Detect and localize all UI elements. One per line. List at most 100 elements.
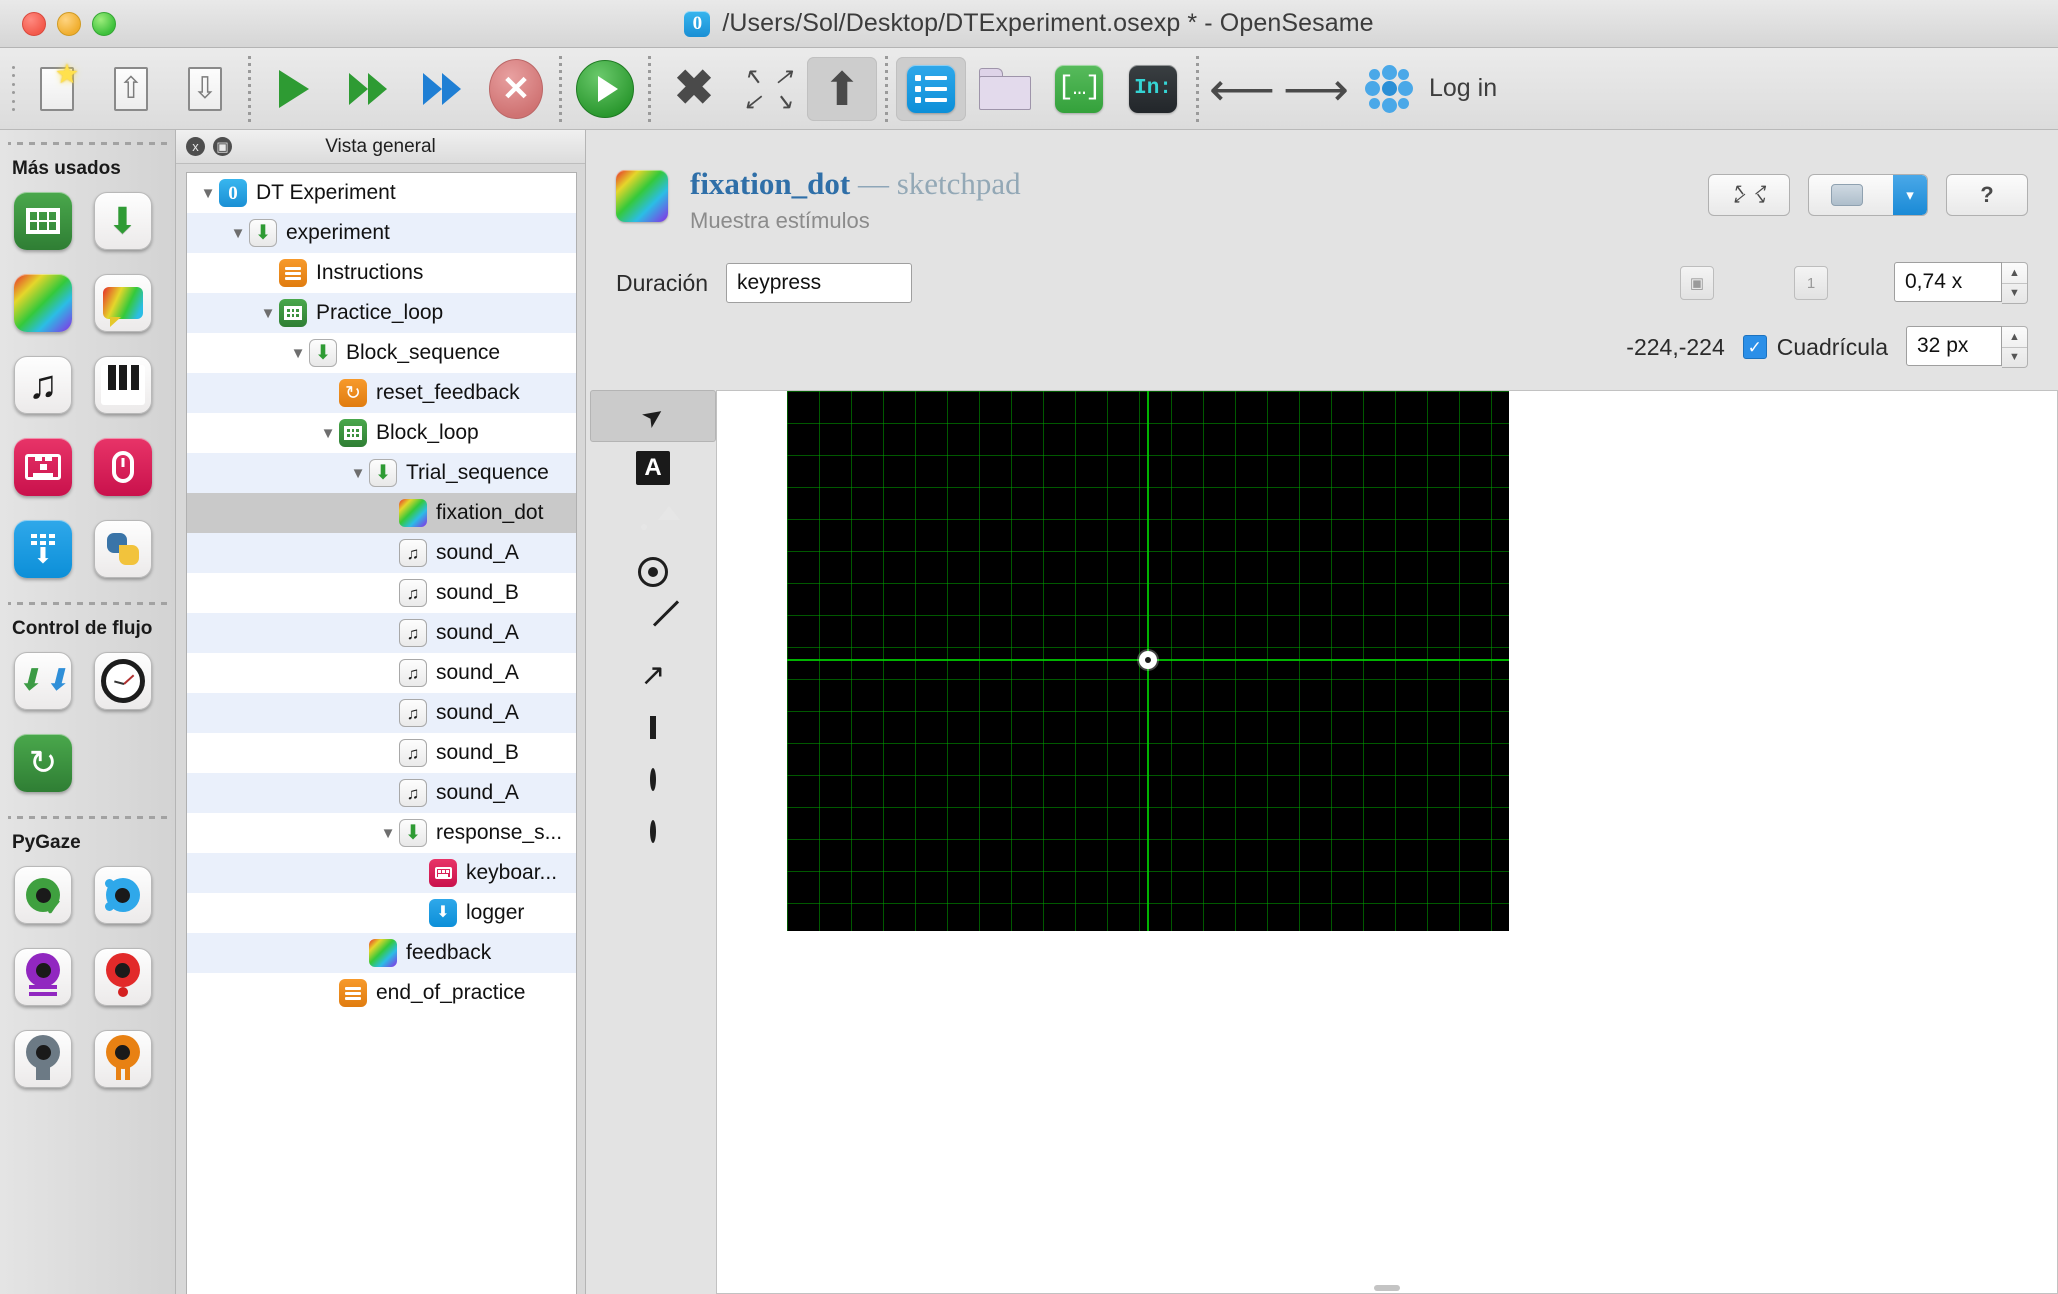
chevron-down-icon[interactable]: ▼ xyxy=(197,182,219,204)
redo-button[interactable]: ⟶ xyxy=(1281,57,1351,121)
tree-item-sound_a[interactable]: ▼♫sound_A xyxy=(187,533,576,573)
variable-inspector-button[interactable]: […] xyxy=(1044,57,1114,121)
palette-item-sampler[interactable]: ♫ xyxy=(14,356,72,414)
grid-checkbox[interactable]: ✓ xyxy=(1742,335,1767,359)
palette-item-pygaze-wait[interactable] xyxy=(93,1030,152,1088)
rect-tool[interactable] xyxy=(590,702,716,754)
palette-item-logger[interactable]: ⬇ xyxy=(14,520,72,578)
tree-item-reset_feedback[interactable]: ▼↻reset_feedback xyxy=(187,373,576,413)
tree-item-instructions[interactable]: ▼Instructions xyxy=(187,253,576,293)
file-pool-button[interactable] xyxy=(970,57,1040,121)
zoom-window-button[interactable] xyxy=(92,11,116,36)
palette-item-loop[interactable] xyxy=(14,192,72,250)
tree-item-sound_b[interactable]: ▼♫sound_B xyxy=(187,573,576,613)
circle-tool[interactable] xyxy=(590,754,716,806)
zoom-reset-button[interactable]: 1 xyxy=(1794,266,1828,300)
run-quick-button[interactable] xyxy=(407,57,477,121)
canvas-scroll-nub[interactable] xyxy=(1374,1285,1400,1291)
palette-item-inline-script[interactable] xyxy=(93,520,152,578)
run-fullscreen-button[interactable] xyxy=(259,57,329,121)
palette-item-pygaze-init[interactable]: ✓ xyxy=(14,866,72,924)
palette-item-sequence[interactable]: ⬇ xyxy=(93,192,152,250)
tree-item-logger[interactable]: ▼⬇logger xyxy=(187,893,576,933)
sketchpad-canvas-panel[interactable] xyxy=(716,390,2058,1294)
tree-item-practice_loop[interactable]: ▼ Practice_loop xyxy=(187,293,576,333)
chevron-down-icon[interactable]: ▼ xyxy=(287,342,309,364)
tree-item-trial_sequence[interactable]: ▼ ⬇ Trial_sequence xyxy=(187,453,576,493)
grid-size-input[interactable]: 32 px xyxy=(1906,326,2002,366)
debug-console-button[interactable]: In: xyxy=(1118,57,1188,121)
fit-screen-button[interactable]: ▣ xyxy=(1680,266,1714,300)
text-tool[interactable]: A xyxy=(590,442,716,494)
toolbar-grip[interactable] xyxy=(6,61,20,117)
undo-button[interactable]: ⟵ xyxy=(1207,57,1277,121)
tree-item-block_sequence[interactable]: ▼ ⬇ Block_sequence xyxy=(187,333,576,373)
select-view-button[interactable]: ▾ xyxy=(1808,174,1928,216)
run-in-window-button[interactable] xyxy=(333,57,403,121)
tree-item-sound_a[interactable]: ▼♫sound_A xyxy=(187,653,576,693)
close-window-button[interactable] xyxy=(22,11,46,36)
tree-item-block_loop[interactable]: ▼ Block_loop xyxy=(187,413,576,453)
palette-item-synth[interactable] xyxy=(93,356,152,414)
overview-close-button[interactable]: x xyxy=(186,137,205,156)
palette-item-pygaze-drift-correct[interactable] xyxy=(93,866,152,924)
palette-item-mouse-response[interactable] xyxy=(93,438,152,496)
help-button[interactable]: ? xyxy=(1946,174,2028,216)
palette-item-sketchpad[interactable] xyxy=(14,274,72,332)
collapse-tabs-button[interactable]: ⬆ xyxy=(807,56,877,121)
login-button[interactable]: Log in xyxy=(1365,64,1497,113)
arrow-tool[interactable]: ↗ xyxy=(590,650,716,702)
palette-item-sequence-flow[interactable]: ⬇ ⬇ xyxy=(14,652,72,710)
palette-item-keyboard-response[interactable] xyxy=(14,438,72,496)
palette-item-pygaze-log[interactable] xyxy=(14,948,72,1006)
tree-item-sound_a[interactable]: ▼♫sound_A xyxy=(187,613,576,653)
tree-item-end_of_practice[interactable]: ▼end_of_practice xyxy=(187,973,576,1013)
image-tool[interactable] xyxy=(590,494,716,546)
ellipse-tool[interactable] xyxy=(590,806,716,858)
experiment-tree[interactable]: ▼0DT Experiment▼⬇experiment▼Instructions… xyxy=(186,172,577,1294)
tree-item-dtexperiment[interactable]: ▼ 0 DT Experiment xyxy=(187,173,576,213)
run-button[interactable] xyxy=(570,57,640,121)
tree-item-sound_b[interactable]: ▼♫sound_B xyxy=(187,733,576,773)
tree-item-feedback[interactable]: ▼feedback xyxy=(187,933,576,973)
select-tool[interactable]: ➤ xyxy=(590,390,716,442)
chevron-down-icon[interactable]: ▼ xyxy=(377,822,399,844)
tree-item-response_s[interactable]: ▼ ⬇ response_s... xyxy=(187,813,576,853)
duration-input[interactable]: keypress xyxy=(726,263,913,303)
expand-editor-button[interactable]: ↖ ↗ ↙ ↘ xyxy=(1708,174,1790,216)
chevron-down-icon[interactable]: ▼ xyxy=(257,302,279,324)
fixdot-tool[interactable] xyxy=(590,546,716,598)
sketchpad-canvas[interactable] xyxy=(787,391,1509,931)
zoom-stepper[interactable]: ▲ ▼ xyxy=(2002,262,2028,304)
palette-item-feedback[interactable] xyxy=(93,274,152,332)
chevron-down-icon[interactable]: ▾ xyxy=(1893,175,1927,215)
grid-size-stepper[interactable]: ▲ ▼ xyxy=(2002,326,2028,368)
minimize-window-button[interactable] xyxy=(57,11,81,36)
stop-button[interactable]: ✕ xyxy=(481,57,551,121)
close-tab-button[interactable]: ✖ xyxy=(659,57,729,121)
gabor-tool[interactable] xyxy=(590,858,716,910)
tree-item-sound_a[interactable]: ▼♫sound_A xyxy=(187,773,576,813)
zoom-level-input[interactable]: 0,74 x xyxy=(1894,262,2002,302)
palette-item-pygaze-start-recording[interactable] xyxy=(93,948,152,1006)
palette-item-coroutines[interactable] xyxy=(93,652,152,710)
palette-item-repeat-cycle[interactable]: ↻ xyxy=(14,734,72,792)
open-experiment-button[interactable]: ⇧ xyxy=(96,57,166,121)
close-other-tabs-button[interactable]: ↖ ↗ ↙ ↘ xyxy=(733,57,803,121)
tree-item-label: sound_A xyxy=(436,541,519,564)
show-overview-button[interactable] xyxy=(896,56,966,121)
new-experiment-button[interactable]: ★ xyxy=(22,57,92,121)
tree-item-sound_a[interactable]: ▼♫sound_A xyxy=(187,693,576,733)
tree-item-fixation_dot[interactable]: ▼fixation_dot xyxy=(187,493,576,533)
tree-item-experiment[interactable]: ▼ ⬇ experiment xyxy=(187,213,576,253)
chevron-down-icon[interactable]: ▼ xyxy=(347,462,369,484)
overview-float-button[interactable]: ▣ xyxy=(213,137,232,156)
save-experiment-button[interactable]: ⇩ xyxy=(170,57,240,121)
palette-item-pygaze-stop-recording[interactable] xyxy=(14,1030,72,1088)
fixation-dot-object[interactable] xyxy=(1139,651,1157,669)
chevron-down-icon[interactable]: ▼ xyxy=(227,222,249,244)
chevron-down-icon[interactable]: ▼ xyxy=(317,422,339,444)
noise-tool[interactable] xyxy=(590,910,716,962)
tree-item-keyboar[interactable]: ▼keyboar... xyxy=(187,853,576,893)
line-tool[interactable] xyxy=(590,598,716,650)
